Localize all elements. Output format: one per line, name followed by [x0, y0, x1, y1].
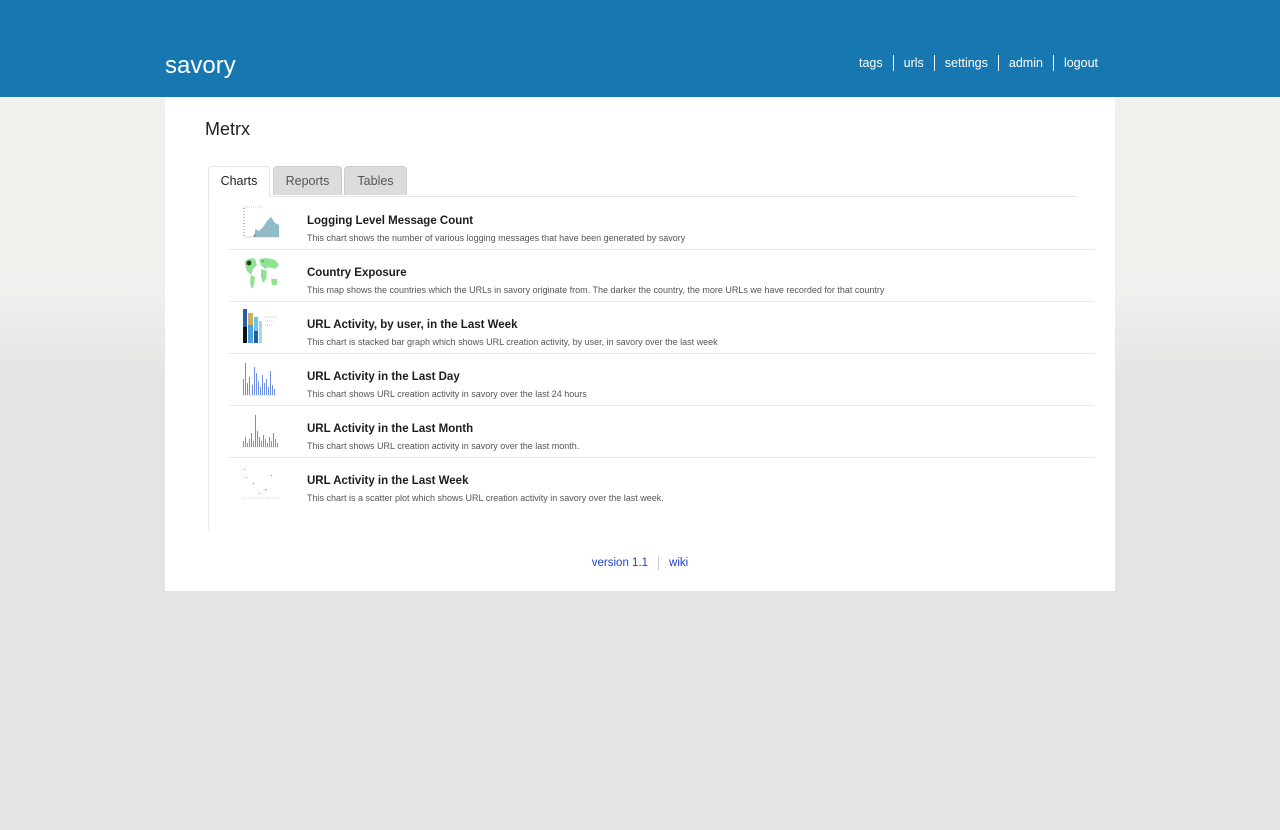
stacked-bar-thumbnail-icon[interactable]	[241, 307, 281, 345]
chart-title-country-exposure[interactable]: Country Exposure	[307, 267, 407, 279]
scatter-plot-thumbnail-icon[interactable]	[241, 463, 281, 501]
world-map-thumbnail-icon[interactable]	[241, 255, 281, 293]
nav-logout[interactable]: logout	[1052, 55, 1098, 71]
content-panel: Metrx Charts Reports Tables Logging Leve…	[165, 97, 1115, 591]
chart-description: This chart shows URL creation activity i…	[307, 389, 587, 399]
chart-description: This chart shows URL creation activity i…	[307, 441, 580, 451]
chart-description: This chart is a scatter plot which shows…	[307, 493, 664, 503]
chart-title-logging-level[interactable]: Logging Level Message Count	[307, 215, 473, 227]
bar-chart-thumbnail-icon[interactable]	[241, 359, 281, 397]
chart-title-activity-by-user[interactable]: URL Activity, by user, in the Last Week	[307, 319, 517, 331]
tab-tables[interactable]: Tables	[344, 166, 407, 195]
footer: version 1.1 wiki	[165, 556, 1115, 570]
chart-description: This chart shows the number of various l…	[307, 233, 686, 243]
area-chart-thumbnail-icon[interactable]	[241, 203, 281, 241]
main-nav: tags urls settings admin logout	[849, 55, 1098, 71]
list-item: URL Activity, by user, in the Last Week …	[229, 301, 1094, 354]
page-title: Metrx	[205, 119, 250, 139]
version-link[interactable]: version 1.1	[582, 557, 658, 569]
wiki-link[interactable]: wiki	[659, 557, 698, 569]
list-item: Logging Level Message Count This chart s…	[229, 197, 1094, 250]
tab-bar: Charts Reports Tables	[208, 166, 1076, 197]
brand-logo-link[interactable]: savory	[165, 52, 236, 80]
chart-title-last-week[interactable]: URL Activity in the Last Week	[307, 475, 468, 487]
tab-charts[interactable]: Charts	[208, 166, 270, 197]
top-bar: savory tags urls settings admin logout	[0, 0, 1280, 97]
chart-title-last-month[interactable]: URL Activity in the Last Month	[307, 423, 473, 435]
chart-description: This map shows the countries which the U…	[307, 285, 885, 295]
tab-reports[interactable]: Reports	[273, 166, 342, 195]
chart-title-last-day[interactable]: URL Activity in the Last Day	[307, 371, 460, 383]
charts-list: Logging Level Message Count This chart s…	[208, 197, 1095, 531]
nav-urls[interactable]: urls	[892, 55, 934, 71]
nav-admin[interactable]: admin	[997, 55, 1053, 71]
chart-description: This chart is stacked bar graph which sh…	[307, 337, 718, 347]
list-item: URL Activity in the Last Day This chart …	[229, 353, 1094, 406]
list-item: Country Exposure This map shows the coun…	[229, 249, 1094, 302]
list-item: URL Activity in the Last Week This chart…	[229, 457, 1094, 509]
list-item: URL Activity in the Last Month This char…	[229, 405, 1094, 458]
nav-settings[interactable]: settings	[933, 55, 998, 71]
nav-tags[interactable]: tags	[849, 55, 893, 71]
bar-chart-thumbnail-icon[interactable]	[241, 411, 281, 449]
